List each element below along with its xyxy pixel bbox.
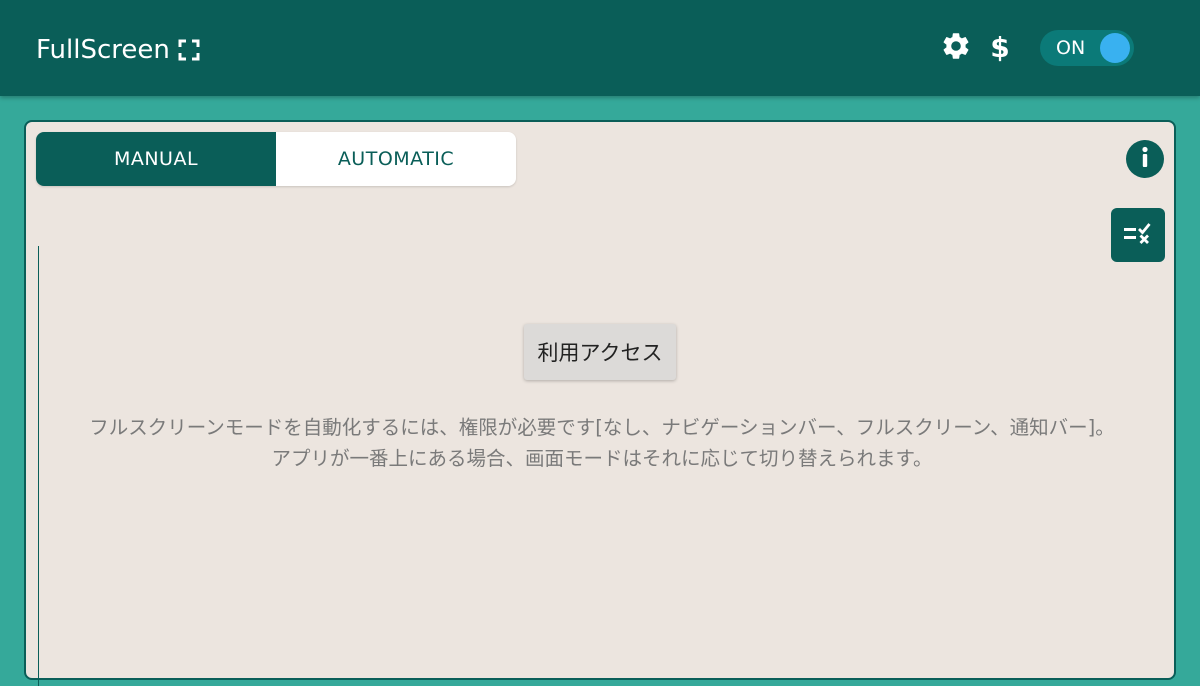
mode-tabs: MANUAL AUTOMATIC [36, 132, 516, 186]
settings-button[interactable] [938, 30, 974, 66]
checklist-button[interactable] [1111, 208, 1165, 262]
fullscreen-icon [178, 39, 200, 61]
app-title: FullScreen [36, 30, 200, 70]
gear-icon [940, 30, 972, 66]
info-button[interactable] [1126, 140, 1164, 178]
toggle-knob [1100, 33, 1130, 63]
description-text: フルスクリーンモードを自動化するには、権限が必要です[なし、ナビゲーションバー、… [89, 416, 1115, 470]
info-icon [1126, 138, 1164, 180]
tab-manual[interactable]: MANUAL [36, 132, 276, 186]
toggle-label: ON [1056, 37, 1086, 59]
donate-button[interactable]: $ [984, 28, 1016, 68]
app-title-text: FullScreen [36, 35, 170, 65]
main-card: MANUAL AUTOMATIC 利用アクセス フルスクリーンモードを自動化する… [24, 120, 1176, 686]
app-bar: FullScreen $ ON [0, 0, 1200, 96]
tab-automatic[interactable]: AUTOMATIC [276, 132, 516, 186]
checklist-icon [1121, 216, 1155, 254]
access-permission-button[interactable]: 利用アクセス [524, 324, 676, 380]
service-toggle[interactable]: ON [1040, 30, 1134, 66]
divider-line [38, 246, 39, 686]
